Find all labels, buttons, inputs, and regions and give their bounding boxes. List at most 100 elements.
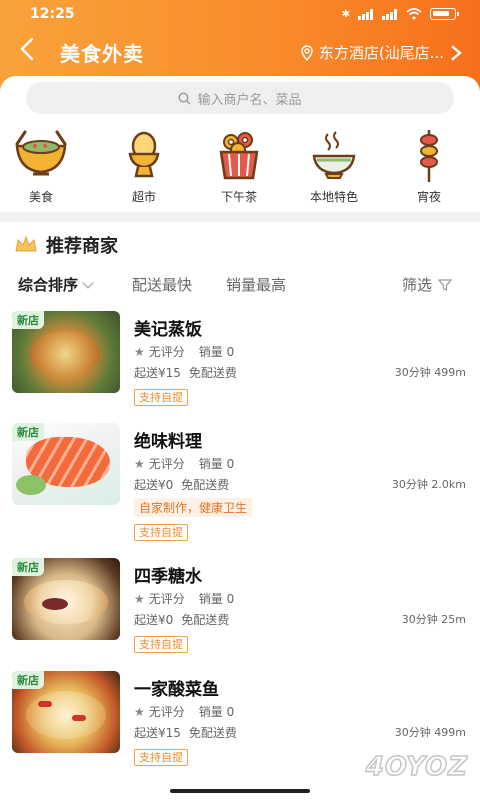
pickup-badge: 支持自提 xyxy=(134,636,188,653)
chevron-left-icon xyxy=(20,37,34,61)
sort-fastest[interactable]: 配送最快 xyxy=(132,274,192,295)
shop-sales: 销量 0 xyxy=(198,345,235,359)
location-selector[interactable]: 东方酒店(汕尾店... xyxy=(299,42,464,63)
skewer-icon xyxy=(401,130,457,182)
category-local-specialty[interactable]: 本地特色 xyxy=(294,130,374,205)
filter-icon xyxy=(438,279,453,291)
pickup-badge: 支持自提 xyxy=(134,389,188,406)
shop-promo: 自家制作，健康卫生 xyxy=(134,498,253,517)
shop-sales: 销量 0 xyxy=(198,705,235,719)
category-label: 超市 xyxy=(131,190,156,204)
category-afternoon-tea[interactable]: 下午茶 xyxy=(199,130,279,205)
search-placeholder: 输入商户名、菜品 xyxy=(197,92,302,108)
shop-card[interactable]: 新店 绝味料理 ★ 无评分 销量 0 起送¥0 免配送费 30分钟 2.0km 自家制… xyxy=(0,423,480,541)
shop-meta: ★ 无评分 销量 0 xyxy=(134,590,234,607)
category-food[interactable]: 美食 xyxy=(1,130,81,205)
category-label: 本地特色 xyxy=(309,190,358,204)
search-input[interactable]: 输入商户名、菜品 xyxy=(26,82,454,114)
shop-image: 新店 xyxy=(12,311,120,393)
star-icon: ★ xyxy=(134,456,145,471)
category-supermarket[interactable]: 超市 xyxy=(104,130,184,205)
shop-rating: 无评分 xyxy=(148,705,185,719)
shop-meta: ★ 无评分 销量 0 xyxy=(134,455,234,472)
min-order: 起送¥15 xyxy=(134,726,181,740)
salad-bowl-icon xyxy=(13,130,69,182)
delivery-fee: 免配送费 xyxy=(181,478,230,492)
home-indicator[interactable] xyxy=(170,789,310,793)
section-header: 推荐商家 xyxy=(14,232,118,258)
new-shop-badge: 新店 xyxy=(12,671,44,689)
shop-sales: 销量 0 xyxy=(198,457,235,471)
delivery-fee: 免配送费 xyxy=(181,613,230,627)
section-divider xyxy=(0,212,480,222)
star-icon: ★ xyxy=(134,591,145,606)
signal-icon xyxy=(358,8,374,20)
star-icon: ★ xyxy=(134,344,145,359)
page-title: 美食外卖 xyxy=(60,42,144,66)
min-order: 起送¥15 xyxy=(134,366,181,380)
back-button[interactable] xyxy=(16,36,46,66)
shop-card[interactable]: 新店 美记蒸饭 ★ 无评分 销量 0 起送¥15 免配送费 30分钟 499m 支持自… xyxy=(0,311,480,411)
shop-fees: 起送¥15 免配送费 xyxy=(134,364,237,381)
status-bar: 12:25 ✱ xyxy=(0,0,480,30)
donut-box-icon xyxy=(211,130,267,182)
status-icons: ✱ xyxy=(341,8,459,20)
signal-icon-2 xyxy=(382,8,398,20)
shop-fees: 起送¥0 免配送费 xyxy=(134,611,229,628)
app-screen: 12:25 ✱ 美食外卖 东方酒店(汕尾店... 输入商户名、菜品 美食 超市 … xyxy=(0,0,480,800)
location-pin-icon xyxy=(301,44,313,61)
shop-rating: 无评分 xyxy=(148,345,185,359)
steaming-bowl-icon xyxy=(306,130,362,182)
shop-image: 新店 xyxy=(12,423,120,505)
shop-card[interactable]: 新店 四季糖水 ★ 无评分 销量 0 起送¥0 免配送费 30分钟 25m 支持自提 xyxy=(0,558,480,658)
category-label: 下午茶 xyxy=(220,190,257,204)
star-icon: ★ xyxy=(134,704,145,719)
shop-name: 四季糖水 xyxy=(134,567,202,587)
shop-meta: ★ 无评分 销量 0 xyxy=(134,343,234,360)
search-icon xyxy=(178,91,191,104)
category-label: 宵夜 xyxy=(416,190,441,204)
shop-time-distance: 30分钟 25m xyxy=(401,613,466,626)
sort-top-sales[interactable]: 销量最高 xyxy=(226,274,286,295)
category-label: 美食 xyxy=(28,190,53,204)
delivery-fee: 免配送费 xyxy=(188,726,237,740)
shop-time-distance: 30分钟 499m xyxy=(394,366,466,379)
shop-time-distance: 30分钟 499m xyxy=(394,726,466,739)
delivery-fee: 免配送费 xyxy=(188,366,237,380)
category-row: 美食 超市 下午茶 本地特色 宵夜 xyxy=(0,124,480,212)
pickup-badge: 支持自提 xyxy=(134,749,188,766)
chevron-down-icon xyxy=(82,277,94,289)
wifi-icon xyxy=(406,8,422,20)
shop-rating: 无评分 xyxy=(148,592,185,606)
shop-meta: ★ 无评分 销量 0 xyxy=(134,703,234,720)
shop-image: 新店 xyxy=(12,558,120,640)
chevron-right-icon xyxy=(451,44,462,61)
status-time: 12:25 xyxy=(30,6,75,22)
crown-icon xyxy=(15,235,37,252)
sort-comprehensive[interactable]: 综合排序 xyxy=(18,274,94,295)
sort-label: 综合排序 xyxy=(18,276,79,294)
location-label: 东方酒店(汕尾店... xyxy=(318,44,444,62)
shop-rating: 无评分 xyxy=(148,457,185,471)
section-title: 推荐商家 xyxy=(46,236,118,257)
battery-icon xyxy=(430,8,459,20)
shop-image: 新店 xyxy=(12,671,120,753)
watermark: 4OYOZ xyxy=(365,751,468,783)
shop-fees: 起送¥15 免配送费 xyxy=(134,724,237,741)
bluetooth-icon: ✱ xyxy=(341,8,350,20)
new-shop-badge: 新店 xyxy=(12,311,44,329)
shop-fees: 起送¥0 免配送费 xyxy=(134,476,229,493)
search-area: 输入商户名、菜品 xyxy=(0,76,480,124)
min-order: 起送¥0 xyxy=(134,613,174,627)
shop-name: 一家酸菜鱼 xyxy=(134,680,219,700)
egg-cup-icon xyxy=(116,130,172,182)
shop-sales: 销量 0 xyxy=(198,592,235,606)
category-late-night[interactable]: 宵夜 xyxy=(389,130,469,205)
sort-bar: 综合排序 配送最快 销量最高 筛选 xyxy=(0,274,480,298)
new-shop-badge: 新店 xyxy=(12,423,44,441)
filter-label: 筛选 xyxy=(402,276,433,294)
pickup-badge: 支持自提 xyxy=(134,524,188,541)
shop-name: 绝味料理 xyxy=(134,432,202,452)
filter-button[interactable]: 筛选 xyxy=(402,274,453,295)
new-shop-badge: 新店 xyxy=(12,558,44,576)
